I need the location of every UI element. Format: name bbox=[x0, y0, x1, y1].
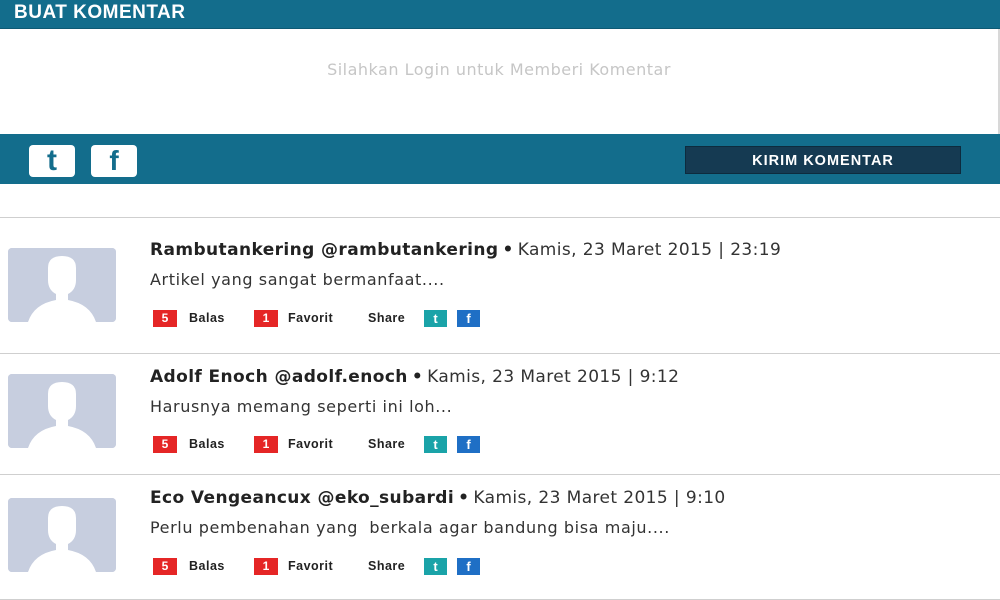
facebook-share-icon[interactable]: f bbox=[457, 436, 480, 453]
comment-text: Perlu pembenahan yang berkala agar bandu… bbox=[150, 518, 670, 537]
comment-date: Kamis, 23 Maret 2015 | 9:10 bbox=[473, 488, 726, 508]
reply-count-badge: 5 bbox=[153, 558, 177, 575]
comment-author[interactable]: Rambutankering @rambutankering bbox=[150, 240, 498, 260]
facebook-share-icon[interactable]: f bbox=[457, 310, 480, 327]
avatar bbox=[8, 374, 116, 448]
twitter-icon: t bbox=[47, 144, 57, 177]
separator: • bbox=[411, 367, 424, 387]
facebook-icon: f bbox=[109, 145, 119, 176]
comment-header: Rambutankering @rambutankering • Kamis, 23… bbox=[150, 240, 781, 260]
comment-list: Rambutankering @rambutankering • Kamis, 23… bbox=[0, 217, 1000, 600]
share-label: Share bbox=[368, 437, 406, 451]
submit-comment-button[interactable]: KIRIM KOMENTAR bbox=[685, 146, 961, 174]
comment-item: Eco Vengeancux @eko_subardi • Kamis, 23 Ma… bbox=[0, 475, 1000, 599]
comment-login-area[interactable]: Silahkan Login untuk Memberi Komentar bbox=[0, 29, 1000, 134]
share-label: Share bbox=[368, 311, 406, 325]
reply-button[interactable]: Balas bbox=[189, 436, 225, 453]
comment-form-title: BUAT KOMENTAR bbox=[14, 2, 186, 23]
comment-text: Artikel yang sangat bermanfaat.... bbox=[150, 270, 445, 289]
favorite-button[interactable]: Favorit bbox=[288, 436, 333, 453]
separator: • bbox=[458, 488, 470, 508]
avatar-placeholder-icon bbox=[8, 374, 116, 448]
twitter-share-icon[interactable]: t bbox=[424, 558, 447, 575]
favorite-count-badge: 1 bbox=[254, 310, 278, 327]
comment-header: Eco Vengeancux @eko_subardi • Kamis, 23 Ma… bbox=[150, 488, 726, 508]
favorite-button[interactable]: Favorit bbox=[288, 558, 333, 575]
separator: • bbox=[502, 240, 514, 260]
comment-item: Adolf Enoch @adolf.enoch • Kamis, 23 Maret… bbox=[0, 354, 1000, 474]
comment-author[interactable]: Eco Vengeancux @eko_subardi bbox=[150, 488, 454, 508]
avatar-placeholder-icon bbox=[8, 498, 116, 572]
reply-count-badge: 5 bbox=[153, 310, 177, 327]
comment-action-bar: t f KIRIM KOMENTAR bbox=[0, 134, 1000, 184]
facebook-share-icon[interactable]: f bbox=[457, 558, 480, 575]
favorite-count-badge: 1 bbox=[254, 558, 278, 575]
facebook-login-button[interactable]: f bbox=[91, 145, 137, 177]
comment-text: Harusnya memang seperti ini loh... bbox=[150, 397, 453, 416]
twitter-login-button[interactable]: t bbox=[29, 145, 75, 177]
comment-date: Kamis, 23 Maret 2015 | 9:12 bbox=[427, 367, 680, 387]
twitter-share-icon[interactable]: t bbox=[424, 310, 447, 327]
comment-header: Adolf Enoch @adolf.enoch • Kamis, 23 Maret… bbox=[150, 367, 679, 387]
favorite-count-badge: 1 bbox=[254, 436, 278, 453]
avatar bbox=[8, 498, 116, 572]
share-label: Share bbox=[368, 559, 406, 573]
reply-count-badge: 5 bbox=[153, 436, 177, 453]
login-prompt[interactable]: Silahkan Login untuk Memberi Komentar bbox=[0, 60, 998, 79]
comment-author[interactable]: Adolf Enoch @adolf.enoch bbox=[150, 367, 408, 387]
comment-form-header: BUAT KOMENTAR bbox=[0, 0, 1000, 29]
reply-button[interactable]: Balas bbox=[189, 310, 225, 327]
reply-button[interactable]: Balas bbox=[189, 558, 225, 575]
favorite-button[interactable]: Favorit bbox=[288, 310, 333, 327]
comment-date: Kamis, 23 Maret 2015 | 23:19 bbox=[517, 240, 782, 260]
twitter-share-icon[interactable]: t bbox=[424, 436, 447, 453]
avatar-placeholder-icon bbox=[8, 248, 116, 322]
avatar bbox=[8, 248, 116, 322]
comment-item: Rambutankering @rambutankering • Kamis, 23… bbox=[0, 218, 1000, 353]
